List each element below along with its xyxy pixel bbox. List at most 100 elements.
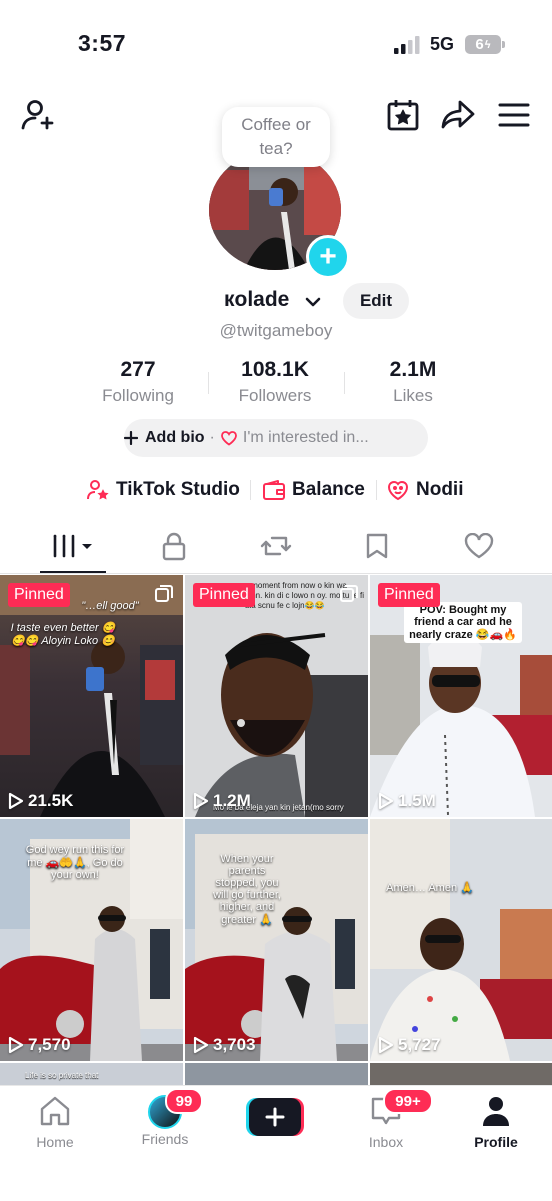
menu-icon[interactable] [496, 97, 532, 133]
nav-label: Friends [141, 1131, 189, 1147]
balance-link[interactable]: Balance [262, 476, 365, 504]
tiktok-studio-link[interactable]: TikTok Studio [86, 476, 240, 504]
profile-name[interactable]: кolade [224, 288, 289, 312]
stat-likes[interactable]: 2.1M Likes [343, 358, 483, 406]
video-caption: God wey run this for me 🚗🤲🙏, Go do your … [25, 844, 125, 881]
battery-level: 6 [475, 36, 484, 53]
stat-value: 108.1K [241, 358, 309, 381]
video-tile[interactable] [185, 1063, 368, 1085]
signal-icon [394, 36, 420, 54]
nodii-link[interactable]: Nodii [386, 476, 464, 504]
nav-label: Inbox [368, 1134, 404, 1150]
stat-value: 277 [120, 358, 156, 381]
video-thumbnail [370, 819, 552, 1061]
video-thumbnail [185, 575, 368, 817]
status-time: 3:57 [78, 30, 127, 56]
profile-icon [483, 1097, 509, 1126]
stat-following[interactable]: 277 Following [68, 358, 208, 406]
video-tile[interactable]: y moment from now o kin wa jenn. kin di … [185, 575, 368, 817]
smiley-heart-icon [387, 481, 409, 501]
pinned-badge: Pinned [193, 583, 255, 607]
share-icon[interactable] [440, 97, 476, 133]
view-count: 7,570 [8, 1035, 71, 1055]
note-bubble[interactable]: Coffee or tea? [222, 107, 330, 167]
video-tile[interactable]: Amen… Amen 🙏 5,727 [370, 819, 552, 1061]
interested-label[interactable]: I'm interested in... [243, 429, 369, 447]
home-icon [40, 1096, 70, 1126]
video-caption: When your parents stopped, you will go f… [213, 853, 281, 926]
video-caption: I taste even better 😋😋😋 Aloyin Loko 😊 [10, 622, 116, 647]
bookmark-icon[interactable] [365, 532, 389, 560]
view-count: 1.5M [378, 791, 436, 811]
tab-videos[interactable] [52, 532, 96, 565]
play-icon [378, 1036, 394, 1054]
videos-icon [53, 534, 92, 558]
play-icon [193, 792, 209, 810]
view-count-value: 7,570 [28, 1035, 71, 1054]
video-caption: Life is so private that [25, 1071, 99, 1080]
play-icon [378, 792, 394, 810]
add-bio-label[interactable]: Add bio [145, 429, 205, 447]
view-count-value: 1.5M [398, 791, 436, 810]
chevron-down-icon[interactable] [304, 293, 322, 311]
repost-icon[interactable] [260, 532, 292, 560]
link-label: TikTok Studio [116, 479, 240, 500]
create-button[interactable] [246, 1098, 304, 1136]
heart-outline-icon [220, 431, 237, 446]
video-tile[interactable]: "…ell good" I taste even better 😋😋😋 Aloy… [0, 575, 183, 817]
view-count: 3,703 [193, 1035, 256, 1055]
heart-icon[interactable] [464, 533, 494, 559]
stat-followers[interactable]: 108.1K Followers [205, 358, 345, 406]
edit-profile-button[interactable]: Edit [343, 283, 409, 319]
nav-home[interactable]: Home [5, 1095, 105, 1150]
play-icon [8, 792, 24, 810]
stat-label: Followers [238, 386, 312, 405]
plus-icon [124, 431, 138, 445]
view-count: 5,727 [378, 1035, 441, 1055]
view-count: 21.5K [8, 791, 73, 811]
nav-label: Profile [474, 1134, 518, 1150]
multi-post-icon [340, 585, 358, 602]
view-count-value: 5,727 [398, 1035, 441, 1054]
stat-value: 2.1M [389, 358, 437, 381]
wallet-icon [263, 480, 285, 500]
link-label: Nodii [416, 479, 464, 500]
add-bio-pill[interactable]: Add bio · I'm interested in... [124, 419, 428, 457]
stat-label: Following [102, 386, 174, 405]
video-tile[interactable] [370, 1063, 552, 1085]
link-label: Balance [292, 479, 365, 500]
nav-label: Home [36, 1134, 74, 1150]
view-count-value: 3,703 [213, 1035, 256, 1054]
calendar-star-icon[interactable] [385, 97, 421, 133]
multi-post-icon [155, 585, 173, 602]
friends-badge: 99 [165, 1088, 203, 1114]
video-tile[interactable]: When your parents stopped, you will go f… [185, 819, 368, 1061]
lock-icon[interactable] [160, 531, 188, 561]
link-divider [376, 480, 377, 500]
inbox-badge: 99+ [383, 1088, 433, 1114]
video-caption: POV: Bought my friend a car and he nearl… [404, 602, 522, 643]
add-friend-icon[interactable] [20, 97, 56, 133]
pinned-badge: Pinned [8, 583, 70, 607]
add-story-button[interactable]: + [306, 235, 350, 279]
video-caption: Amen… Amen 🙏 [386, 882, 474, 894]
network-label: 5G [430, 34, 455, 54]
note-text: Coffee or tea? [241, 115, 311, 158]
tabs-divider [0, 573, 552, 574]
view-count-value: 1.2M [213, 791, 251, 810]
video-tile[interactable]: Life is so private that [0, 1063, 183, 1085]
stat-label: Likes [393, 386, 433, 405]
pinned-badge: Pinned [378, 583, 440, 607]
nav-profile[interactable]: Profile [446, 1095, 546, 1150]
play-icon [193, 1036, 209, 1054]
video-tile[interactable]: POV: Bought my friend a car and he nearl… [370, 575, 552, 817]
battery-icon: 6ϟ [465, 35, 501, 54]
view-count-value: 21.5K [28, 791, 74, 810]
separator-dot: · [209, 429, 215, 446]
person-star-icon [87, 480, 109, 500]
video-caption-top: "…ell good" [81, 600, 139, 612]
plus-icon [265, 1107, 285, 1127]
video-tile[interactable]: God wey run this for me 🚗🤲🙏, Go do your … [0, 819, 183, 1061]
view-count: 1.2M [193, 791, 251, 811]
profile-handle: @twitgameboy [219, 321, 333, 340]
